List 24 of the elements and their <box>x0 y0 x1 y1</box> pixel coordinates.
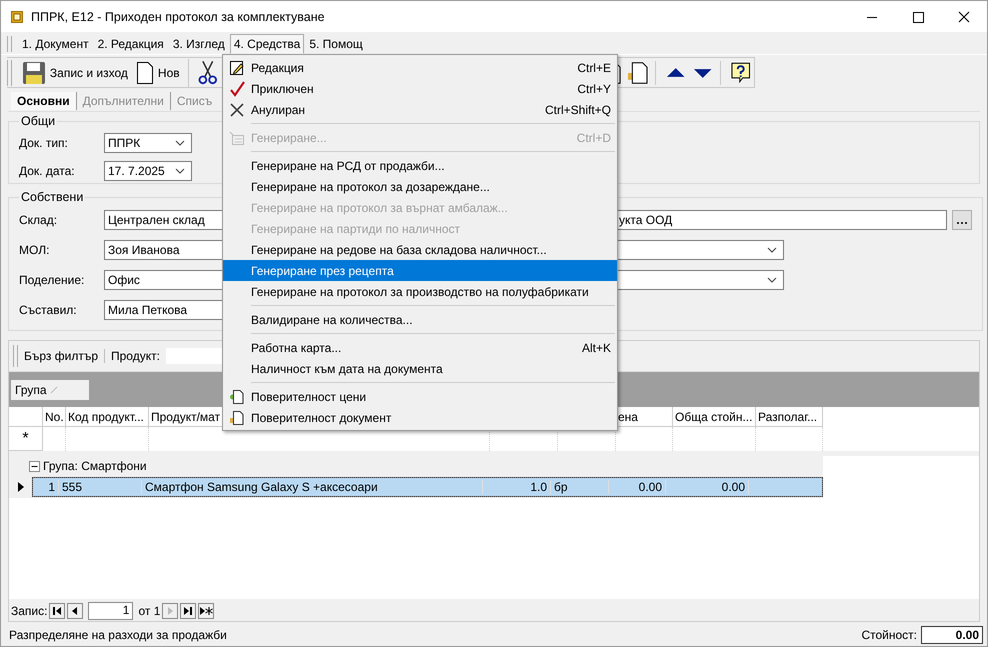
table-cell: 0.00 <box>722 480 745 494</box>
total-field: 0.00 <box>921 626 983 644</box>
field-label: Док. дата: <box>19 164 76 178</box>
table-cell: 0.00 <box>638 480 662 494</box>
field-label: Склад: <box>19 213 58 227</box>
field-label: Поделение: <box>19 273 86 287</box>
group-row-label: Група: Смартфони <box>43 459 147 473</box>
record-label: Запис: <box>11 604 48 618</box>
table-cell: бр <box>554 480 568 494</box>
field-label: Док. тип: <box>19 136 69 150</box>
table-cell: 1.0 <box>530 480 547 494</box>
field-label: Съставил: <box>19 303 78 317</box>
group-title: Собствени <box>20 190 84 204</box>
record-count: от 1 <box>138 604 160 618</box>
field-label: МОЛ: <box>19 243 50 257</box>
group-title: Общи <box>20 114 56 128</box>
table-cell: 555 <box>62 480 82 494</box>
table-cell: Смартфон Samsung Galaxy S +аксесоари <box>145 480 378 494</box>
status-text: Разпределяне на разходи за продажби <box>9 628 227 642</box>
table-cell: 1 <box>48 480 55 494</box>
total-label: Стойност: <box>861 628 917 642</box>
field-label: Продукт: <box>110 349 161 363</box>
quick-filter-label: Бърз филтър <box>22 349 105 363</box>
window-title: ППРК, Е12 - Приходен протокол за комплектуване <box>31 10 326 24</box>
